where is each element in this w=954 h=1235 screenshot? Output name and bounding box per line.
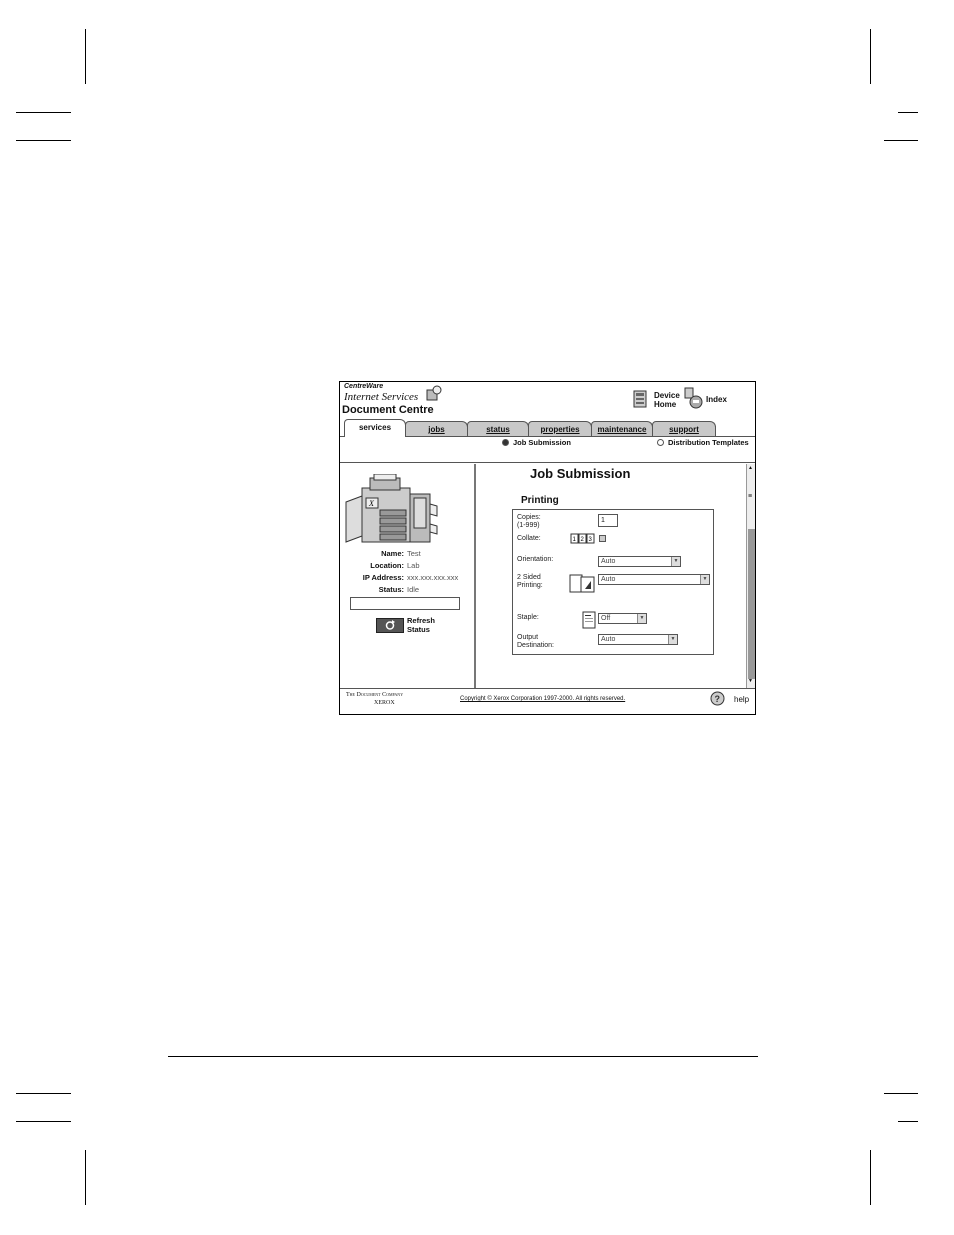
crop-mark [870, 1150, 871, 1205]
distribution-templates-label[interactable]: Distribution Templates [668, 438, 749, 447]
device-home-label-2: Home [654, 400, 677, 409]
chevron-down-icon: ▼ [637, 614, 646, 623]
scroll-thumb[interactable] [748, 529, 755, 679]
copies-input[interactable]: 1 [598, 514, 618, 527]
staple-select[interactable]: Off ▼ [598, 613, 647, 624]
orientation-value: Auto [601, 558, 616, 565]
refresh-icon [376, 618, 404, 633]
help-link[interactable]: help [734, 695, 749, 704]
chevron-down-icon: ▼ [700, 575, 709, 584]
status-label: Status: [378, 585, 404, 594]
crop-mark [85, 1150, 86, 1205]
crop-mark [85, 29, 86, 84]
brand-internet-services: Internet Services [344, 391, 419, 403]
output-label-1: Output [517, 634, 539, 641]
staple-value: Off [601, 615, 611, 622]
two-sided-label-1: 2 Sided [517, 574, 541, 581]
product-name: Document Centre [342, 404, 434, 416]
refresh-label-1: Refresh [407, 616, 435, 625]
printing-options-box: Copies: (1-999) 1 Collate: 123 Orientati… [512, 509, 714, 655]
crop-mark [898, 1121, 918, 1122]
crop-mark [16, 1121, 71, 1122]
copyright-link[interactable]: Copyright © Xerox Corporation 1997-2000.… [460, 696, 625, 702]
scroll-down-arrow[interactable]: ▼ [748, 678, 753, 684]
footer: The Document Company XEROX Copyright © X… [340, 688, 755, 714]
device-info-panel: X Name: Test Location: Lab IP Address: x… [340, 464, 476, 688]
printer-image: X [345, 474, 438, 543]
job-submission-radio[interactable] [502, 439, 509, 446]
ip-value: xxx.xxx.xxx.xxx [407, 573, 459, 582]
location-value: Lab [407, 561, 420, 570]
scroll-up-arrow[interactable]: ▲ [748, 465, 753, 471]
status-message-box [350, 597, 460, 610]
index-icon [684, 387, 703, 409]
header-divider [340, 462, 755, 463]
refresh-label-2: Status [407, 625, 430, 634]
staple-label: Staple: [517, 614, 539, 621]
tab-jobs[interactable]: jobs [405, 421, 468, 436]
name-value: Test [407, 549, 421, 558]
index-label: Index [706, 395, 727, 404]
collate-checkbox[interactable] [599, 535, 606, 542]
two-sided-value: Auto [601, 576, 616, 583]
device-home-label-1: Device [654, 391, 680, 400]
output-label-2: Destination: [517, 642, 554, 649]
vertical-scrollbar[interactable]: ▲ ≡ ▼ [746, 464, 755, 688]
crop-mark [16, 112, 71, 113]
two-sided-label-2: Printing: [517, 582, 543, 589]
crop-mark [884, 1093, 918, 1094]
brand-centreware: CentreWare [344, 383, 384, 390]
tab-support[interactable]: support [652, 421, 716, 436]
section-title: Printing [521, 495, 559, 506]
job-submission-panel: Job Submission Printing Copies: (1-999) … [478, 464, 746, 688]
tab-services[interactable]: services [344, 419, 406, 437]
tab-status[interactable]: status [467, 421, 529, 436]
name-label: Name: [381, 549, 404, 558]
chevron-down-icon: ▼ [671, 557, 680, 566]
ip-label: IP Address: [362, 573, 404, 582]
distribution-templates-radio[interactable] [657, 439, 664, 446]
crop-mark [870, 29, 871, 84]
chevron-down-icon: ▼ [668, 635, 677, 644]
company-name: The Document Company [346, 692, 404, 698]
xerox-logo: XEROX [374, 700, 395, 706]
crop-mark [16, 1093, 71, 1094]
orientation-label: Orientation: [517, 556, 554, 563]
browser-screenshot: CentreWare Internet Services Document Ce… [339, 381, 756, 715]
copies-range-label: (1-999) [517, 522, 540, 529]
crop-mark [884, 140, 918, 141]
two-sided-icon [569, 574, 595, 593]
crop-mark [898, 112, 918, 113]
copies-label: Copies: [517, 514, 541, 521]
status-value: Idle [407, 585, 420, 594]
output-value: Auto [601, 636, 616, 643]
collate-icon: 123 [570, 533, 595, 544]
page-title: Job Submission [530, 466, 631, 481]
location-label: Location: [370, 561, 404, 570]
help-icon[interactable]: ? [710, 691, 725, 706]
staple-icon [582, 611, 596, 629]
two-sided-select[interactable]: Auto ▼ [598, 574, 710, 585]
tab-bar: services jobs status properties maintena… [344, 419, 744, 437]
tab-properties[interactable]: properties [528, 421, 592, 436]
device-home-icon [633, 390, 647, 408]
job-submission-label[interactable]: Job Submission [513, 438, 571, 447]
tab-maintenance[interactable]: maintenance [591, 421, 653, 436]
orientation-select[interactable]: Auto ▼ [598, 556, 681, 567]
page-rule [168, 1056, 758, 1057]
crop-mark [16, 140, 71, 141]
output-destination-select[interactable]: Auto ▼ [598, 634, 678, 645]
globe-box-icon [426, 385, 442, 401]
svg-text:?: ? [715, 694, 721, 704]
scroll-grip[interactable]: ≡ [748, 493, 752, 500]
collate-label: Collate: [517, 535, 541, 542]
